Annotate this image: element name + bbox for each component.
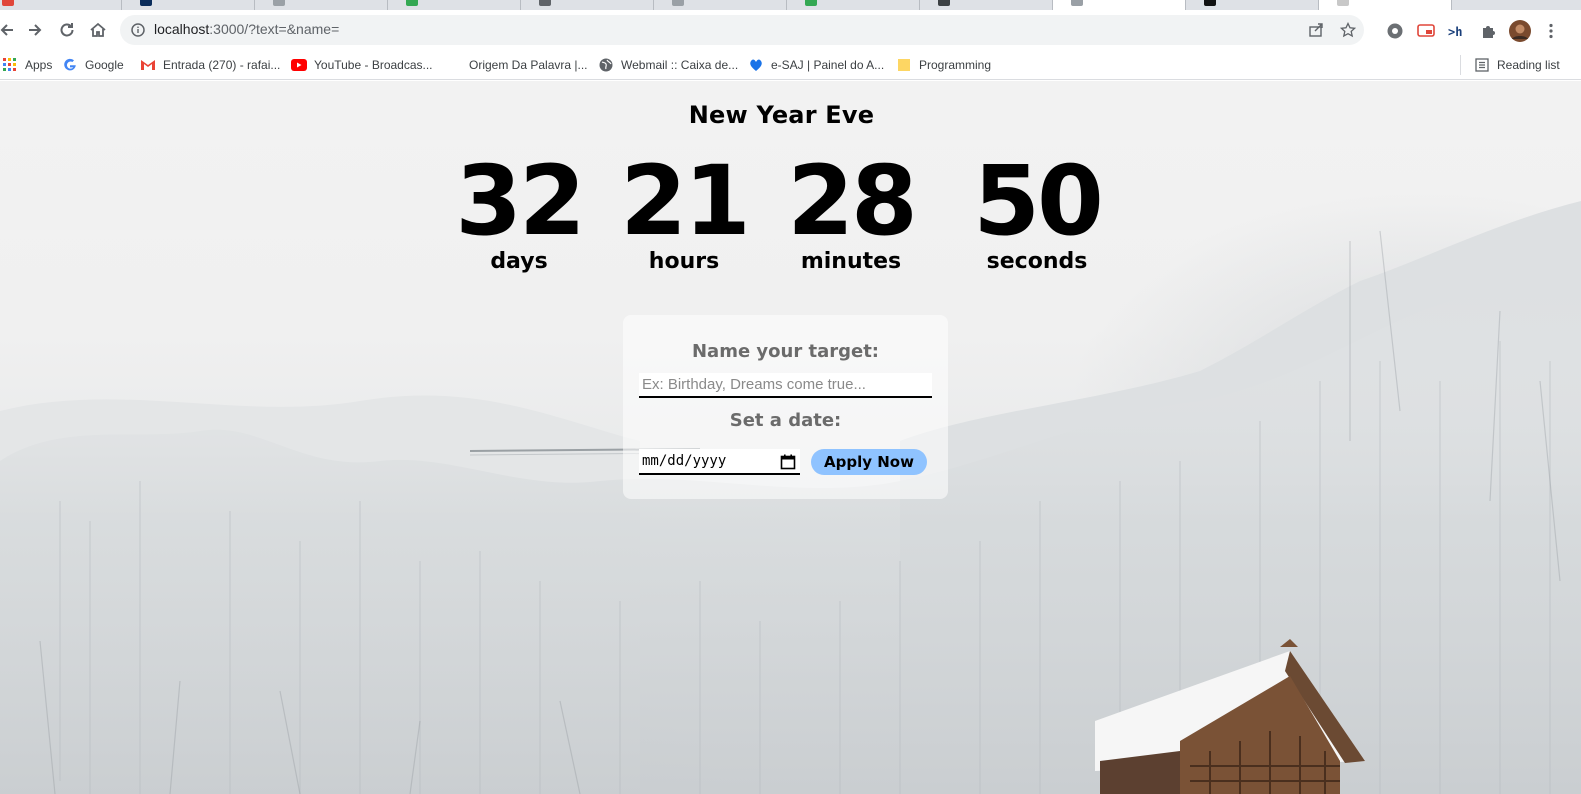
reading-list-icon: [1474, 57, 1490, 73]
bookmark-label: YouTube - Broadcas...: [314, 58, 433, 72]
share-icon[interactable]: [1306, 20, 1326, 40]
countdown-minutes: 28 minutes: [761, 153, 941, 274]
countdown-days: 32 days: [429, 153, 609, 274]
profile-avatar[interactable]: [1509, 20, 1531, 42]
browser-tab[interactable]: [787, 0, 920, 10]
bookmark-webmail[interactable]: Webmail :: Caixa de...: [598, 54, 738, 76]
page-content: New Year Eve 32 days 21 hours 28 minutes…: [0, 81, 1581, 794]
reading-list[interactable]: Reading list: [1460, 54, 1560, 76]
date-heading: Set a date:: [729, 410, 842, 431]
bookmark-origem[interactable]: Origem Da Palavra |...: [446, 54, 588, 76]
name-heading: Name your target:: [691, 341, 880, 362]
apply-now-button[interactable]: Apply Now: [811, 449, 927, 475]
esaj-icon: [748, 57, 764, 73]
bookmark-gmail[interactable]: Entrada (270) - rafai...: [140, 54, 280, 76]
forward-button[interactable]: [20, 15, 50, 45]
bookmark-label: Webmail :: Caixa de...: [621, 58, 739, 72]
extension-cast-icon[interactable]: [1415, 20, 1437, 42]
calendar-icon[interactable]: [780, 454, 796, 470]
browser-tab-active[interactable]: [1053, 0, 1186, 10]
bookmarks-bar: Apps Google Entrada (270) - rafai... You…: [0, 50, 1581, 80]
bookmark-label: e-SAJ | Painel do A...: [771, 58, 885, 72]
bookmark-label: Programming: [919, 58, 992, 72]
bookmark-esaj[interactable]: e-SAJ | Painel do A...: [748, 54, 884, 76]
browser-toolbar: localhost:3000/?text=&name= >h: [0, 10, 1581, 50]
bookmark-label: Entrada (270) - rafai...: [163, 58, 281, 72]
back-button[interactable]: [0, 15, 22, 45]
svg-text:>h: >h: [1448, 25, 1462, 39]
bookmark-label: Apps: [25, 58, 53, 72]
browser-tab[interactable]: [521, 0, 654, 10]
minutes-value: 28: [787, 145, 918, 257]
extension-terminal-icon[interactable]: >h: [1446, 20, 1468, 42]
bookmark-star-icon[interactable]: [1338, 20, 1358, 40]
url-text[interactable]: localhost:3000/?text=&name=: [154, 21, 339, 37]
reload-icon: [60, 23, 74, 37]
divider: [1460, 55, 1461, 75]
browser-tab[interactable]: [388, 0, 521, 10]
back-arrow-icon: [0, 24, 13, 36]
tab-strip: [0, 0, 1581, 10]
reload-button[interactable]: [52, 15, 82, 45]
browser-tab[interactable]: [0, 0, 122, 10]
forward-arrow-icon: [29, 24, 42, 36]
blank-icon: [446, 57, 462, 73]
countdown-hours: 21 hours: [594, 153, 774, 274]
globe-icon: [598, 57, 614, 73]
youtube-icon: [291, 57, 307, 73]
bookmark-programming[interactable]: Programming: [896, 54, 991, 76]
menu-kebab-icon[interactable]: [1540, 20, 1562, 42]
countdown-seconds: 50 seconds: [947, 153, 1127, 274]
bookmark-google[interactable]: Google: [62, 54, 124, 76]
date-placeholder: mm/dd/yyyy: [642, 453, 727, 469]
browser-tab[interactable]: [920, 0, 1053, 10]
apps-grid-icon: [2, 57, 18, 73]
browser-tab[interactable]: [1319, 0, 1452, 10]
target-date-input[interactable]: mm/dd/yyyy: [639, 449, 800, 475]
browser-tab[interactable]: [255, 0, 388, 10]
reading-list-label: Reading list: [1497, 58, 1560, 72]
home-button[interactable]: [83, 15, 113, 45]
days-value: 32: [455, 145, 586, 257]
browser-tab[interactable]: [654, 0, 787, 10]
browser-tab[interactable]: [1186, 0, 1319, 10]
google-icon: [62, 57, 78, 73]
address-bar[interactable]: localhost:3000/?text=&name=: [120, 15, 1364, 45]
bookmark-label: Google: [85, 58, 124, 72]
home-icon: [90, 22, 106, 37]
target-name-input[interactable]: [639, 373, 932, 398]
url-host: localhost: [154, 21, 210, 37]
bookmark-youtube[interactable]: YouTube - Broadcas...: [291, 54, 433, 76]
url-path: :3000/?text=&name=: [209, 21, 340, 37]
target-form-card: Name your target: Set a date: mm/dd/yyyy…: [623, 315, 948, 499]
countdown-title: New Year Eve: [688, 101, 875, 129]
extension-globe-icon[interactable]: [1384, 20, 1406, 42]
gmail-icon: [140, 57, 156, 73]
site-info-icon[interactable]: [128, 20, 148, 40]
extensions-puzzle-icon[interactable]: [1478, 20, 1500, 42]
bookmark-label: Origem Da Palavra |...: [469, 58, 588, 72]
seconds-value: 50: [973, 145, 1104, 257]
folder-icon: [896, 57, 912, 73]
hours-value: 21: [620, 145, 751, 257]
bookmark-apps[interactable]: Apps: [2, 54, 52, 76]
browser-tab[interactable]: [122, 0, 255, 10]
